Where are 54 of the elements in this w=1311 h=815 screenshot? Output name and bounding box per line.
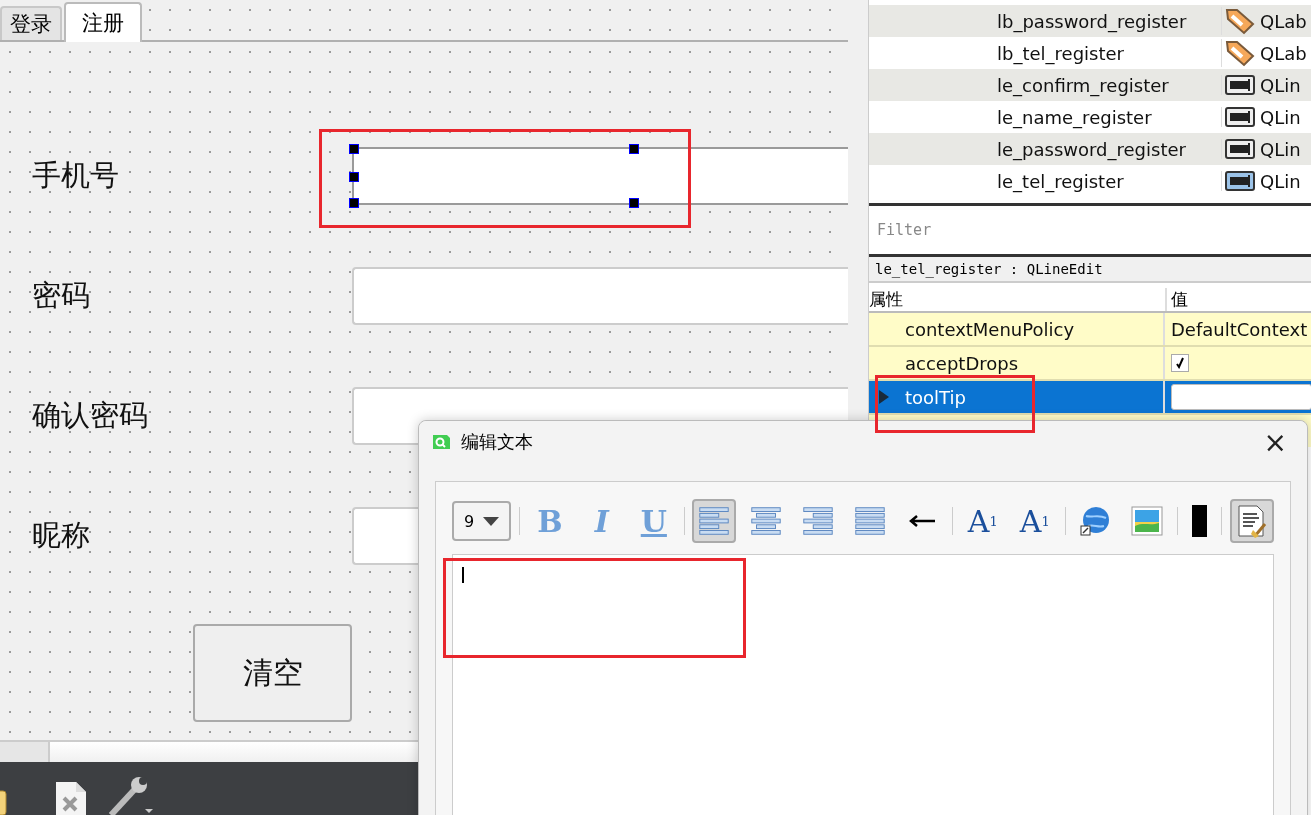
property-name: toolTip [905,386,966,408]
clear-button[interactable]: 清空 [193,624,352,722]
text-cursor [462,567,464,583]
font-size-dropdown[interactable]: 9 [452,501,512,541]
input-field[interactable] [352,147,848,205]
selection-handle[interactable] [349,198,359,208]
field-label: 昵称 [32,517,91,554]
dropdown-arrow-icon [483,516,500,526]
app-logo-icon [431,432,451,452]
align-left-button[interactable] [692,499,737,543]
dialog-title: 编辑文本 [461,430,534,454]
input-field[interactable] [352,267,848,325]
property-name: acceptDrops [905,352,1019,374]
object-class: QLin [1259,74,1301,96]
property-name: contextMenuPolicy [905,318,1075,340]
field-label: 密码 [32,277,91,314]
expand-arrow-icon[interactable] [879,390,889,404]
object-name[interactable]: le_password_register [869,138,1221,160]
folder-icon[interactable] [0,789,8,815]
object-class: QLin [1259,106,1301,128]
object-class: QLab [1259,10,1307,32]
object-class: QLin [1259,170,1301,192]
object-name[interactable]: le_name_register [869,106,1221,128]
text-color-swatch[interactable] [1191,505,1208,537]
object-class: QLab [1259,42,1307,64]
selection-handle[interactable] [629,198,639,208]
delete-file-icon[interactable] [55,781,87,815]
property-value: DefaultContext [1171,318,1308,340]
object-name[interactable]: le_confirm_register [869,74,1221,96]
field-label: 手机号 [32,157,120,194]
object-name[interactable]: lb_password_register [869,10,1221,32]
object-name[interactable]: le_tel_register [869,170,1221,192]
selection-handle[interactable] [349,172,359,182]
left-arrow-icon [907,514,938,528]
property-row[interactable]: contextMenuPolicy DefaultContext [869,313,1311,347]
column-header: 属性 [869,288,1167,311]
tab[interactable]: 登录 [0,6,62,40]
tab[interactable]: 注册 [64,2,142,42]
property-row[interactable]: acceptDrops [869,347,1311,381]
current-object-label: le_tel_register : QLineEdit [869,257,1311,283]
checkmark-icon [1175,357,1185,369]
wrench-icon[interactable] [109,775,155,815]
field-label: 确认密码 [32,397,149,434]
close-button[interactable]: × [1257,424,1293,460]
source-button[interactable] [1229,499,1274,543]
selection-handle[interactable] [629,144,639,154]
object-class: QLin [1259,138,1301,160]
value-field[interactable] [1171,384,1311,410]
selection-handle[interactable] [349,144,359,154]
object-name[interactable]: lb_tel_register [869,42,1221,64]
checkbox[interactable] [1171,354,1189,372]
column-header: 值 [1170,288,1188,311]
superscript-button[interactable]: A$^{1}$ [960,499,1005,543]
property-row[interactable]: toolTip [869,381,1311,415]
